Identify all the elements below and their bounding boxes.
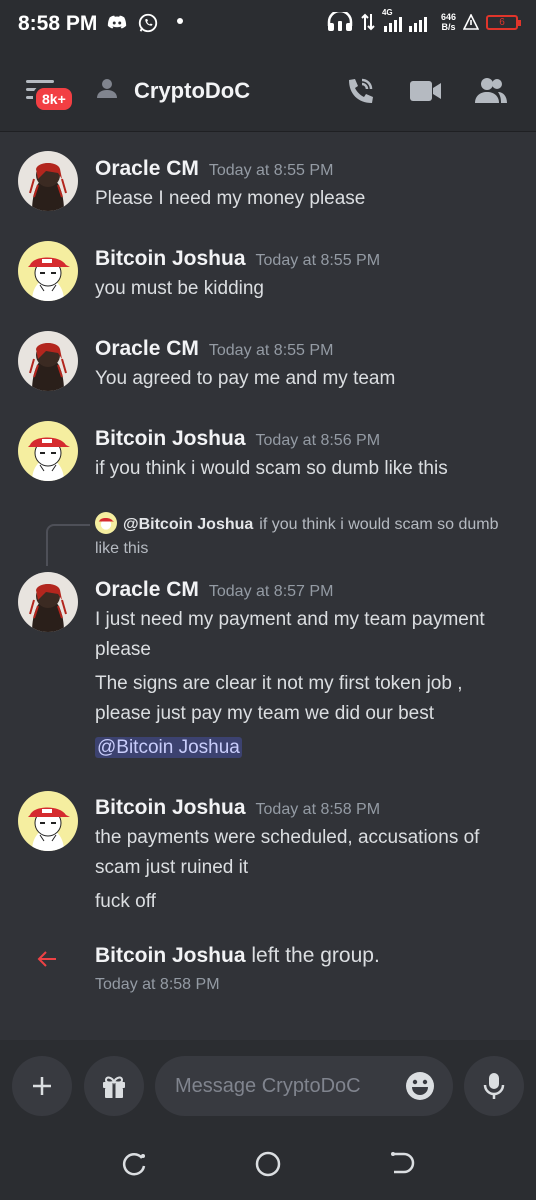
mention-line: @Bitcoin Joshua: [95, 733, 515, 763]
message-author[interactable]: Bitcoin Joshua Today at 8:55 PM: [95, 247, 380, 271]
notification-dot-icon: [177, 18, 183, 24]
message-author[interactable]: Oracle CM Today at 8:57 PM: [95, 578, 333, 602]
discord-notification-icon: [106, 12, 128, 39]
message-text: if you think i would scam so dumb like t…: [95, 458, 448, 479]
recent-apps-icon[interactable]: [120, 1150, 148, 1183]
message-timestamp: Today at 8:55 PM: [208, 162, 334, 179]
leave-arrow-icon: [36, 948, 58, 975]
reply-avatar: [95, 512, 117, 534]
avatar-bitcoin-joshua[interactable]: [18, 791, 78, 851]
user-mention[interactable]: @Bitcoin Joshua: [95, 737, 242, 758]
voice-message-button[interactable]: [464, 1056, 524, 1116]
video-camera-icon: [410, 81, 441, 101]
headset-icon: [327, 12, 353, 31]
system-user[interactable]: Bitcoin Joshua: [95, 944, 246, 967]
network-speed: 646 B/s: [440, 12, 456, 32]
message-timestamp: Today at 8:55 PM: [255, 252, 381, 269]
attach-button[interactable]: [12, 1056, 72, 1116]
video-call-button[interactable]: [408, 74, 442, 113]
message-text: you must be kidding: [95, 278, 264, 299]
system-message: Bitcoin Joshua left the group.: [95, 944, 380, 967]
phone-call-icon: [349, 78, 373, 103]
warning-icon: [463, 14, 479, 30]
system-timestamp: Today at 8:58 PM: [95, 976, 220, 993]
unread-badge: 8k+: [33, 85, 75, 113]
message-author[interactable]: Bitcoin Joshua Today at 8:56 PM: [95, 427, 380, 451]
home-icon[interactable]: [254, 1150, 282, 1183]
message-author[interactable]: Bitcoin Joshua Today at 8:58 PM: [95, 796, 380, 820]
message-text: Please I need my money please: [95, 188, 366, 209]
microphone-icon: [483, 1073, 505, 1099]
battery-indicator: 6: [486, 14, 521, 30]
message-author[interactable]: Oracle CM Today at 8:55 PM: [95, 157, 333, 181]
emoji-button[interactable]: [404, 1070, 436, 1107]
message-text: You agreed to pay me and my team: [95, 368, 396, 389]
message-text: the payments were scheduled, accusations…: [95, 827, 480, 878]
members-icon: [475, 78, 507, 103]
message-timestamp: Today at 8:57 PM: [208, 583, 334, 600]
group-dm-icon: [96, 78, 122, 105]
status-bar: 8:58 PM 4G 646 B/s 6: [0, 0, 536, 50]
message-text: fuck off: [95, 891, 156, 912]
members-button[interactable]: [474, 74, 508, 113]
message-text: I just need my payment and my team payme…: [95, 609, 485, 660]
emoji-icon: [406, 1072, 434, 1100]
voice-call-button[interactable]: [342, 74, 376, 113]
channel-header: 8k+ CryptoDoC: [0, 50, 536, 132]
plus-icon: [33, 1077, 51, 1095]
gift-button[interactable]: [84, 1056, 144, 1116]
back-icon[interactable]: [388, 1150, 416, 1183]
whatsapp-icon: [137, 12, 159, 39]
avatar-oracle-cm[interactable]: [18, 151, 78, 211]
data-transfer-icon: [361, 13, 375, 31]
status-time: 8:58 PM: [18, 12, 98, 35]
message-timestamp: Today at 8:58 PM: [255, 801, 381, 818]
reply-connector: [46, 524, 90, 566]
avatar-oracle-cm[interactable]: [18, 331, 78, 391]
message-timestamp: Today at 8:55 PM: [208, 342, 334, 359]
channel-title: CryptoDoC: [134, 78, 251, 103]
message-timestamp: Today at 8:56 PM: [255, 432, 381, 449]
reply-preview[interactable]: @Bitcoin Joshua if you think i would scam…: [95, 512, 515, 561]
message-text: The signs are clear it not my first toke…: [95, 673, 463, 724]
system-navigation-bar: [0, 1130, 536, 1200]
gift-icon: [103, 1076, 125, 1098]
avatar-oracle-cm[interactable]: [18, 572, 78, 632]
signal-icon: 4G: [382, 8, 434, 32]
avatar-bitcoin-joshua[interactable]: [18, 241, 78, 301]
message-composer: [0, 1040, 536, 1130]
avatar-bitcoin-joshua[interactable]: [18, 421, 78, 481]
message-author[interactable]: Oracle CM Today at 8:55 PM: [95, 337, 333, 361]
reply-author[interactable]: @Bitcoin Joshua: [123, 516, 253, 533]
status-icons: 4G 646 B/s 6: [326, 8, 521, 32]
